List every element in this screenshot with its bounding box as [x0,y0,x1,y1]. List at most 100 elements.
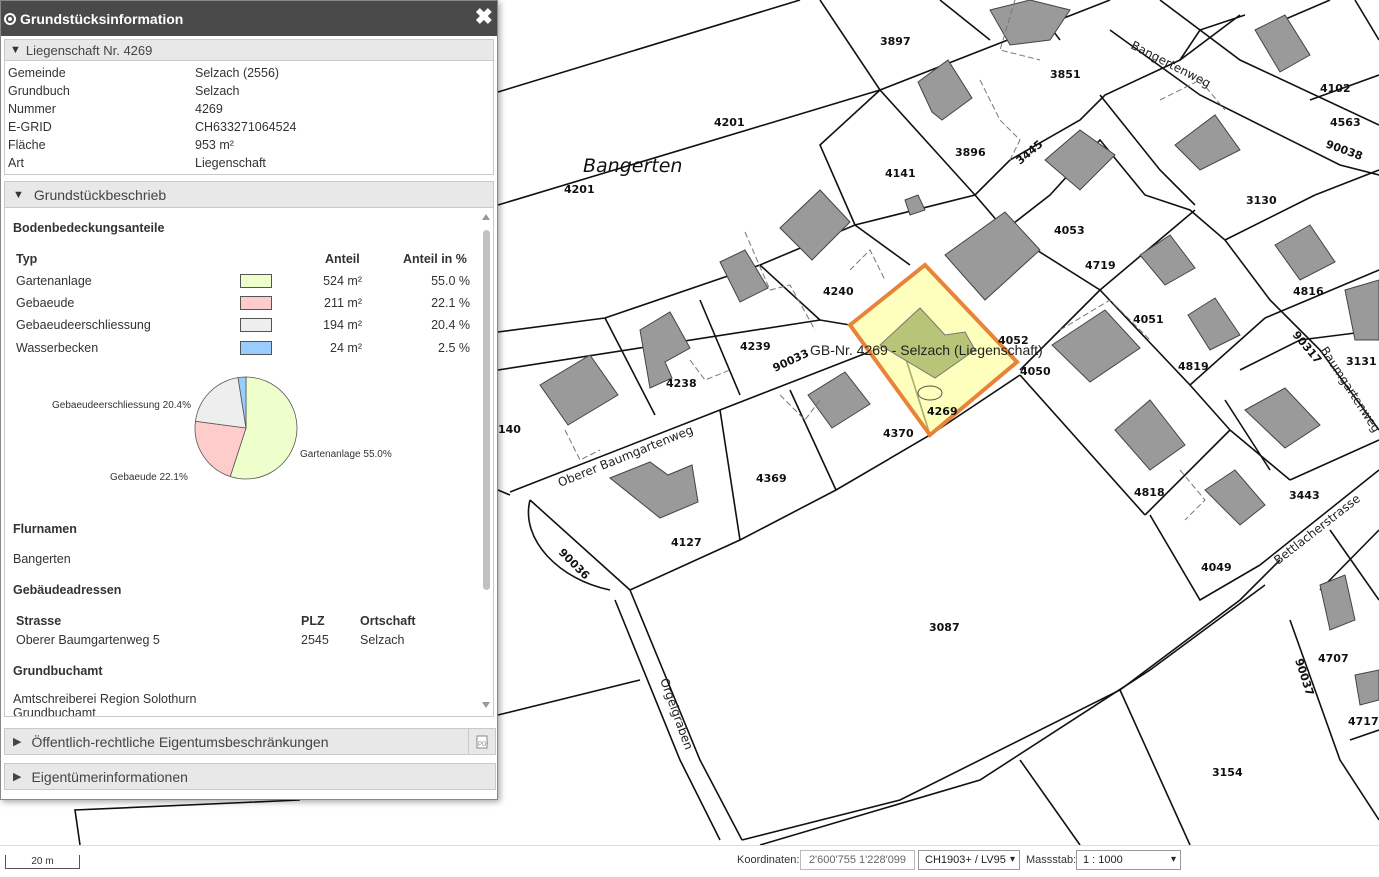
target-icon [4,12,16,25]
svg-text:4369: 4369 [756,472,787,485]
row-typ: Wasserbecken [16,341,99,355]
info-key: Fläche [8,138,46,152]
parcel-labels: 3897 3851 4201 4201 3896 4141 4240 4239 … [498,35,1379,779]
scroll-down-icon[interactable] [482,702,490,708]
svg-text:3445: 3445 [1014,138,1046,168]
chevron-down-icon: ▾ [1009,854,1015,865]
svg-text:4563: 4563 [1330,116,1361,129]
row-pct: 2.5 % [438,341,470,355]
svg-text:90033: 90033 [771,347,811,375]
svg-text:140: 140 [498,423,521,436]
eigentuemer-section-header[interactable]: ▶ Eigentümerinformationen [4,763,496,790]
row-anteil: 194 m² [323,318,362,332]
info-row: Grundbuch Selzach [5,82,493,100]
row-typ: Gebaeude [16,296,75,310]
bodenbedeckung-title: Bodenbedeckungsanteile [13,221,165,235]
svg-text:3897: 3897 [880,35,911,48]
flurnamen-value: Bangerten [13,552,71,566]
scale-value: 1 : 1000 [1083,854,1123,866]
svg-text:4269: 4269 [927,405,958,418]
info-row: Gemeinde Selzach (2556) [5,64,493,82]
parcel-info-panel: Grundstücksinformation ✖ ▼ Liegenschaft … [0,0,498,800]
row-pct: 20.4 % [431,318,470,332]
row-pct: 55.0 % [431,274,470,288]
svg-text:90317: 90317 [1290,329,1325,367]
svg-text:4102: 4102 [1320,82,1351,95]
info-value: Selzach (2556) [195,66,280,80]
svg-text:3131: 3131 [1346,355,1377,368]
svg-text:4238: 4238 [666,377,697,390]
chevron-down-icon: ▾ [1170,854,1176,865]
beschrieb-section-header[interactable]: ▼ Grundstückbeschrieb [4,181,494,208]
info-value: Liegenschaft [195,156,266,170]
info-value: Selzach [195,84,240,98]
svg-text:PDF: PDF [478,742,488,748]
panel-header: Grundstücksinformation ✖ [1,1,497,36]
svg-text:4370: 4370 [883,427,914,440]
adr-ortschaft: Selzach [360,633,405,647]
row-typ: Gartenanlage [16,274,92,288]
svg-text:4053: 4053 [1054,224,1085,237]
color-swatch [240,318,272,332]
section-title: Liegenschaft Nr. 4269 [25,42,153,58]
expand-arrow-icon: ▶ [13,736,22,748]
pie-label-gebaeude: Gebaeude 22.1% [110,472,188,483]
col-plz: PLZ [301,614,325,628]
close-button[interactable]: ✖ [475,6,493,28]
svg-text:3087: 3087 [929,621,960,634]
svg-text:4240: 4240 [823,285,854,298]
section-title: Grundstückbeschrieb [33,186,167,203]
scrollbar[interactable] [481,212,491,710]
svg-text:4816: 4816 [1293,285,1324,298]
info-key: Nummer [8,102,56,116]
info-row: Art Liegenschaft [5,154,493,172]
svg-text:3154: 3154 [1212,766,1243,779]
svg-text:4819: 4819 [1178,360,1209,373]
adr-strasse: Oberer Baumgartenweg 5 [16,633,160,647]
col-strasse: Strasse [16,614,62,628]
bottom-status-bar: 20 m Koordinaten: 2'600'755 1'228'099 CH… [0,845,1379,877]
scroll-up-icon[interactable] [482,214,490,220]
svg-text:4050: 4050 [1020,365,1051,378]
svg-text:90037: 90037 [1292,657,1316,697]
col-typ: Typ [16,252,38,266]
expand-arrow-icon: ▶ [13,771,22,783]
liegenschaft-section-header[interactable]: ▼ Liegenschaft Nr. 4269 [4,39,494,61]
scale-bar: 20 m [5,855,80,869]
svg-text:4707: 4707 [1318,652,1349,665]
crs-value: CH1903+ / LV95 [925,854,1006,866]
row-anteil: 211 m² [324,296,362,310]
svg-text:4201: 4201 [564,183,595,196]
color-swatch [240,341,272,355]
crs-select[interactable]: CH1903+ / LV95 ▾ [918,850,1020,870]
pie-slice-gebaeudeerschliessung [194,377,247,429]
pdf-icon[interactable]: PDF [468,729,495,754]
svg-text:4717: 4717 [1348,715,1379,728]
col-anteil: Anteil [325,252,360,266]
collapse-arrow-icon: ▼ [10,44,21,56]
beschrieb-body: Bodenbedeckungsanteile Typ Anteil Anteil… [4,208,494,717]
info-row: Fläche 953 m² [5,136,493,154]
row-typ: Gebaeudeerschliessung [16,318,151,332]
grundbuchamt-value: Amtschreiberei Region Solothurn Grundbuc… [13,692,197,717]
info-row: E-GRID CH633271064524 [5,118,493,136]
scroll-thumb[interactable] [483,230,490,590]
adressen-title: Gebäudeadressen [13,583,122,597]
place-name-label: Bangerten [583,155,682,177]
row-anteil: 24 m² [330,341,362,355]
grundbuchamt-title: Grundbuchamt [13,664,103,678]
section-title: Eigentümerinformationen [31,768,188,785]
svg-text:3130: 3130 [1246,194,1277,207]
row-anteil: 524 m² [323,274,362,288]
info-key: E-GRID [8,120,52,134]
info-key: Gemeinde [8,66,66,80]
svg-text:Orgelgraben: Orgelgraben [657,676,696,751]
scale-label: Massstab: [1026,854,1077,866]
info-value: 953 m² [195,138,234,152]
selection-label: GB-Nr. 4269 - Selzach (Liegenschaft) [810,342,1043,358]
oereb-section-header[interactable]: ▶ Öffentlich-rechtliche Eigentumsbeschrä… [4,728,496,755]
svg-text:3896: 3896 [955,146,986,159]
svg-text:4719: 4719 [1085,259,1116,272]
color-swatch [240,274,272,288]
scale-select[interactable]: 1 : 1000 ▾ [1076,850,1181,870]
